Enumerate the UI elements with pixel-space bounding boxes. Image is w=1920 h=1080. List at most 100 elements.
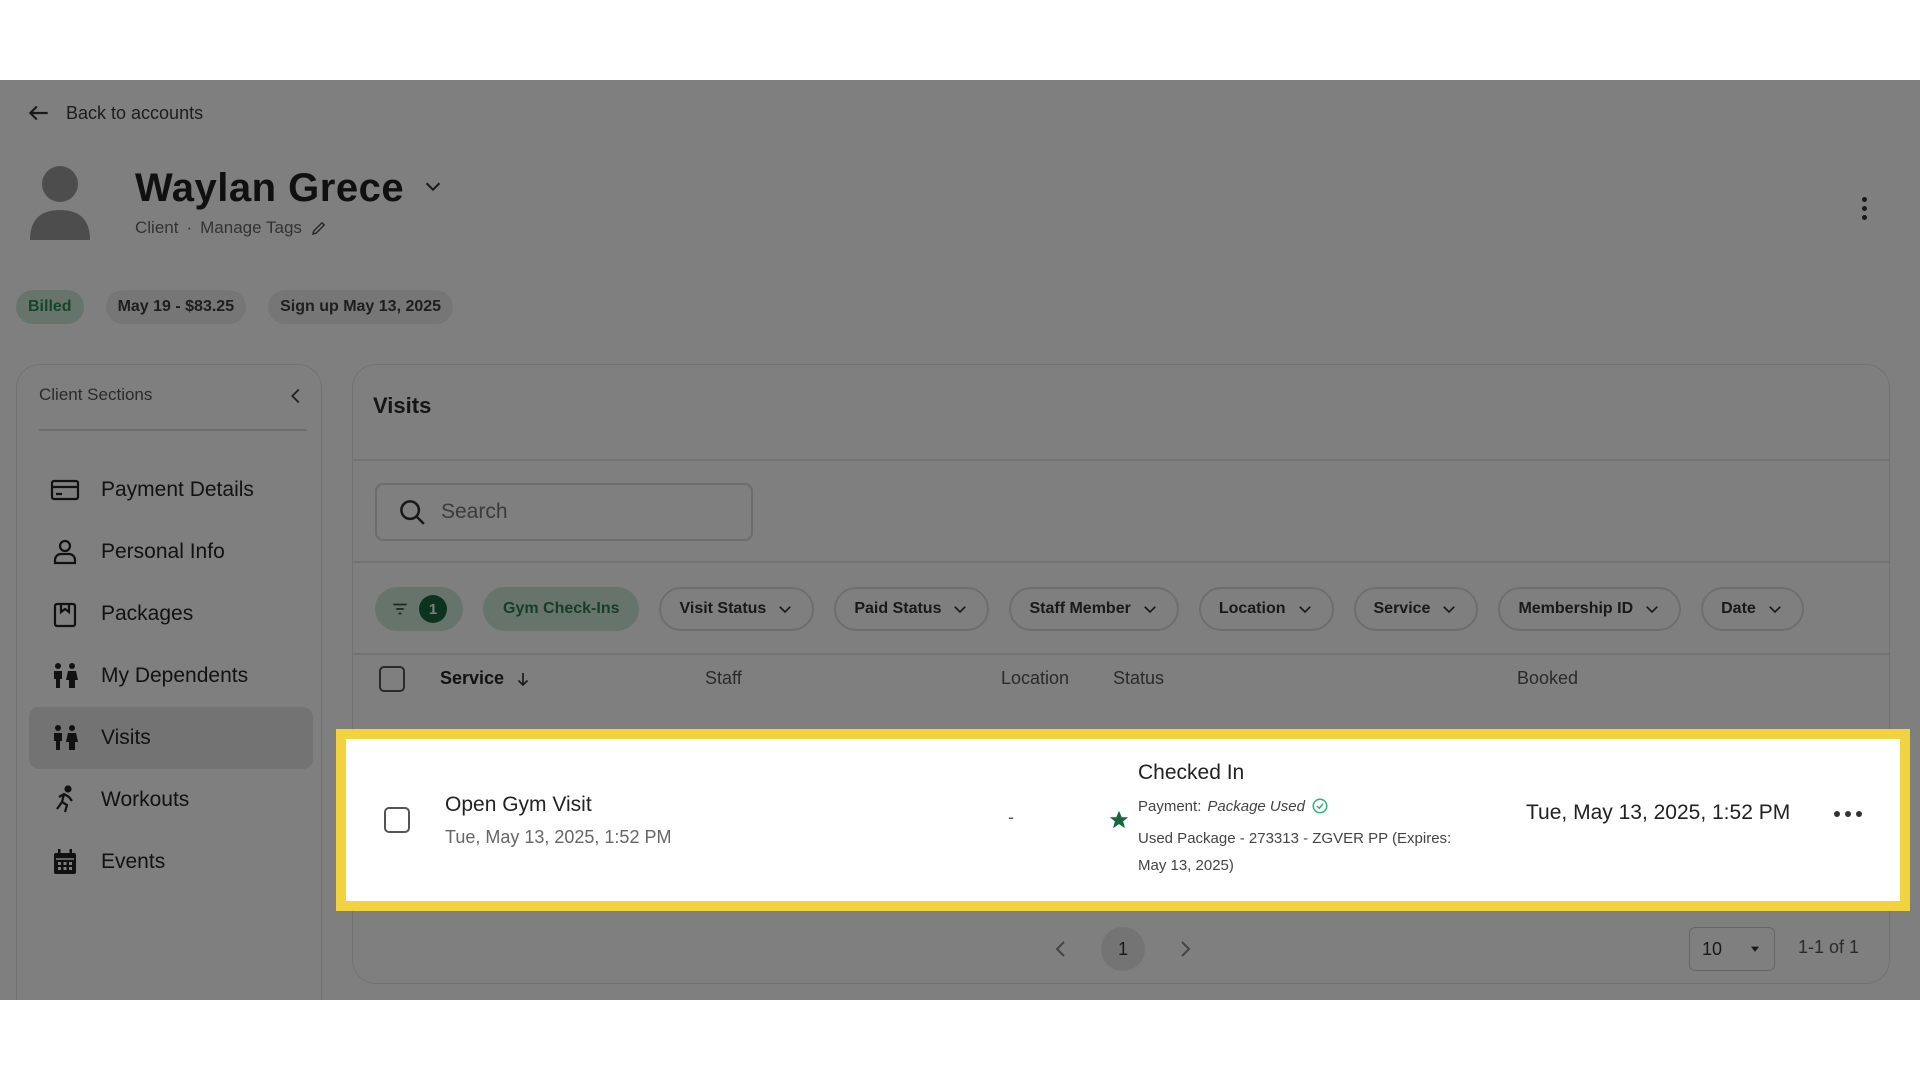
chevron-down-icon <box>1443 606 1456 614</box>
payment-value: Package Used <box>1207 797 1305 815</box>
table-row[interactable]: Open Gym Visit Tue, May 13, 2025, 1:52 P… <box>362 739 1900 901</box>
chevron-down-icon <box>1646 606 1658 614</box>
booked-value: Tue, May 13, 2025, 1:52 PM <box>1526 801 1791 824</box>
visits-icon <box>54 725 78 750</box>
chip-label: Location <box>1218 600 1286 617</box>
chip-label: Service <box>1373 600 1431 617</box>
gym-check-ins-chip[interactable]: Gym Check-Ins <box>483 587 640 631</box>
package-icon <box>53 602 77 628</box>
divider <box>353 459 1889 461</box>
per-page-value: 10 <box>1702 938 1723 959</box>
location-filter[interactable]: Location <box>1198 587 1334 631</box>
service-date: Tue, May 13, 2025, 1:52 PM <box>445 827 672 847</box>
separator-dot: · <box>186 218 193 237</box>
back-label: Back to accounts <box>66 102 204 123</box>
prev-page-icon[interactable] <box>1049 937 1073 961</box>
sidebar-item-payment-details[interactable]: Payment Details <box>29 459 313 521</box>
running-icon <box>56 785 73 813</box>
sidebar-item-label: Workouts <box>101 788 190 811</box>
more-options-icon[interactable] <box>1852 192 1876 224</box>
row-checkbox[interactable] <box>384 807 410 833</box>
pencil-icon[interactable] <box>310 219 328 237</box>
chip-label: Date <box>1721 600 1756 617</box>
back-to-accounts-link[interactable]: Back to accounts <box>26 100 203 126</box>
status-value: Checked In <box>1138 761 1245 784</box>
sidebar-item-label: Payment Details <box>101 478 254 501</box>
chevron-down-icon <box>1298 606 1311 614</box>
search-input[interactable] <box>441 500 741 524</box>
collapse-chevron-left-icon[interactable] <box>285 385 307 407</box>
column-header-service[interactable]: Service <box>440 668 532 689</box>
client-switch-chevron-down-icon[interactable] <box>422 175 444 202</box>
search-box[interactable] <box>375 483 753 541</box>
next-page-icon[interactable] <box>1173 937 1197 961</box>
membership-id-filter[interactable]: Membership ID <box>1498 587 1682 631</box>
chip-label: Staff Member <box>1029 600 1131 617</box>
check-circle-icon <box>1312 798 1328 814</box>
date-filter[interactable]: Date <box>1701 587 1804 631</box>
service-name: Open Gym Visit <box>445 793 592 816</box>
sidebar-item-label: Packages <box>101 602 194 625</box>
client-sections-sidebar: Client Sections Payment Details Personal… <box>16 364 322 1000</box>
sidebar-item-label: Personal Info <box>101 540 225 563</box>
star-icon <box>1108 809 1130 836</box>
chevron-down-icon <box>1768 606 1781 614</box>
sort-arrow-down-icon <box>517 672 529 686</box>
page-button[interactable]: 1 <box>1101 927 1145 971</box>
column-header-staff: Staff <box>705 668 742 688</box>
chip-label: Gym Check-Ins <box>503 600 620 617</box>
avatar <box>30 166 90 240</box>
column-header-location: Location <box>1001 668 1070 688</box>
person-icon <box>53 539 77 565</box>
column-label: Service <box>440 668 505 688</box>
page-title: Visits <box>373 393 432 418</box>
calendar-icon <box>54 849 76 874</box>
divider <box>353 561 1889 563</box>
package-info: Used Package - 273313 - ZGVER PP (Expire… <box>1138 830 1452 874</box>
credit-card-icon <box>50 479 80 501</box>
row-actions-icon[interactable] <box>1834 811 1862 817</box>
sidebar-item-visits[interactable]: Visits <box>29 707 313 769</box>
sidebar-title: Client Sections <box>39 385 153 404</box>
rows-per-page-select[interactable]: 10 <box>1689 927 1775 971</box>
staff-member-filter[interactable]: Staff Member <box>1009 587 1179 631</box>
sidebar-item-packages[interactable]: Packages <box>29 583 313 645</box>
filter-icon <box>393 603 407 615</box>
column-header-booked: Booked <box>1517 668 1579 688</box>
visit-status-filter[interactable]: Visit Status <box>659 587 815 631</box>
filter-toggle-button[interactable]: 1 <box>375 587 463 631</box>
sidebar-item-personal-info[interactable]: Personal Info <box>29 521 313 583</box>
family-icon <box>54 663 78 688</box>
billed-badge: Billed <box>16 290 84 324</box>
client-name: Waylan Grece <box>135 166 405 210</box>
select-all-checkbox[interactable] <box>379 666 405 692</box>
client-role: Client <box>135 218 179 237</box>
manage-tags-link[interactable]: Manage Tags <box>200 218 302 238</box>
location-value: - <box>1008 807 1014 827</box>
sidebar-item-label: My Dependents <box>101 664 249 687</box>
arrow-left-icon <box>28 105 48 121</box>
next-bill-badge: May 19 - $83.25 <box>105 290 247 324</box>
sidebar-item-label: Events <box>101 850 166 873</box>
pagination: 1 10 1-1 of 1 <box>353 927 1889 971</box>
chip-label: Membership ID <box>1518 600 1634 617</box>
sidebar-item-label: Visits <box>101 726 151 749</box>
chevron-down-icon <box>954 606 967 614</box>
filter-count-badge: 1 <box>419 595 447 623</box>
sidebar-item-events[interactable]: Events <box>29 831 313 893</box>
service-filter[interactable]: Service <box>1353 587 1479 631</box>
sidebar-item-my-dependents[interactable]: My Dependents <box>29 645 313 707</box>
chip-label: Paid Status <box>854 600 942 617</box>
search-icon <box>400 500 425 525</box>
column-header-status: Status <box>1113 668 1165 688</box>
paid-status-filter[interactable]: Paid Status <box>834 587 990 631</box>
highlighted-row-frame: Open Gym Visit Tue, May 13, 2025, 1:52 P… <box>336 729 1910 911</box>
divider <box>353 653 1889 655</box>
page-range: 1-1 of 1 <box>1798 937 1860 957</box>
caret-down-icon <box>1750 946 1760 952</box>
chevron-down-icon <box>1143 606 1156 614</box>
signup-badge: Sign up May 13, 2025 <box>268 290 454 324</box>
sidebar-item-workouts[interactable]: Workouts <box>29 769 313 831</box>
chevron-down-icon <box>779 606 792 614</box>
payment-label: Payment: <box>1138 797 1202 815</box>
